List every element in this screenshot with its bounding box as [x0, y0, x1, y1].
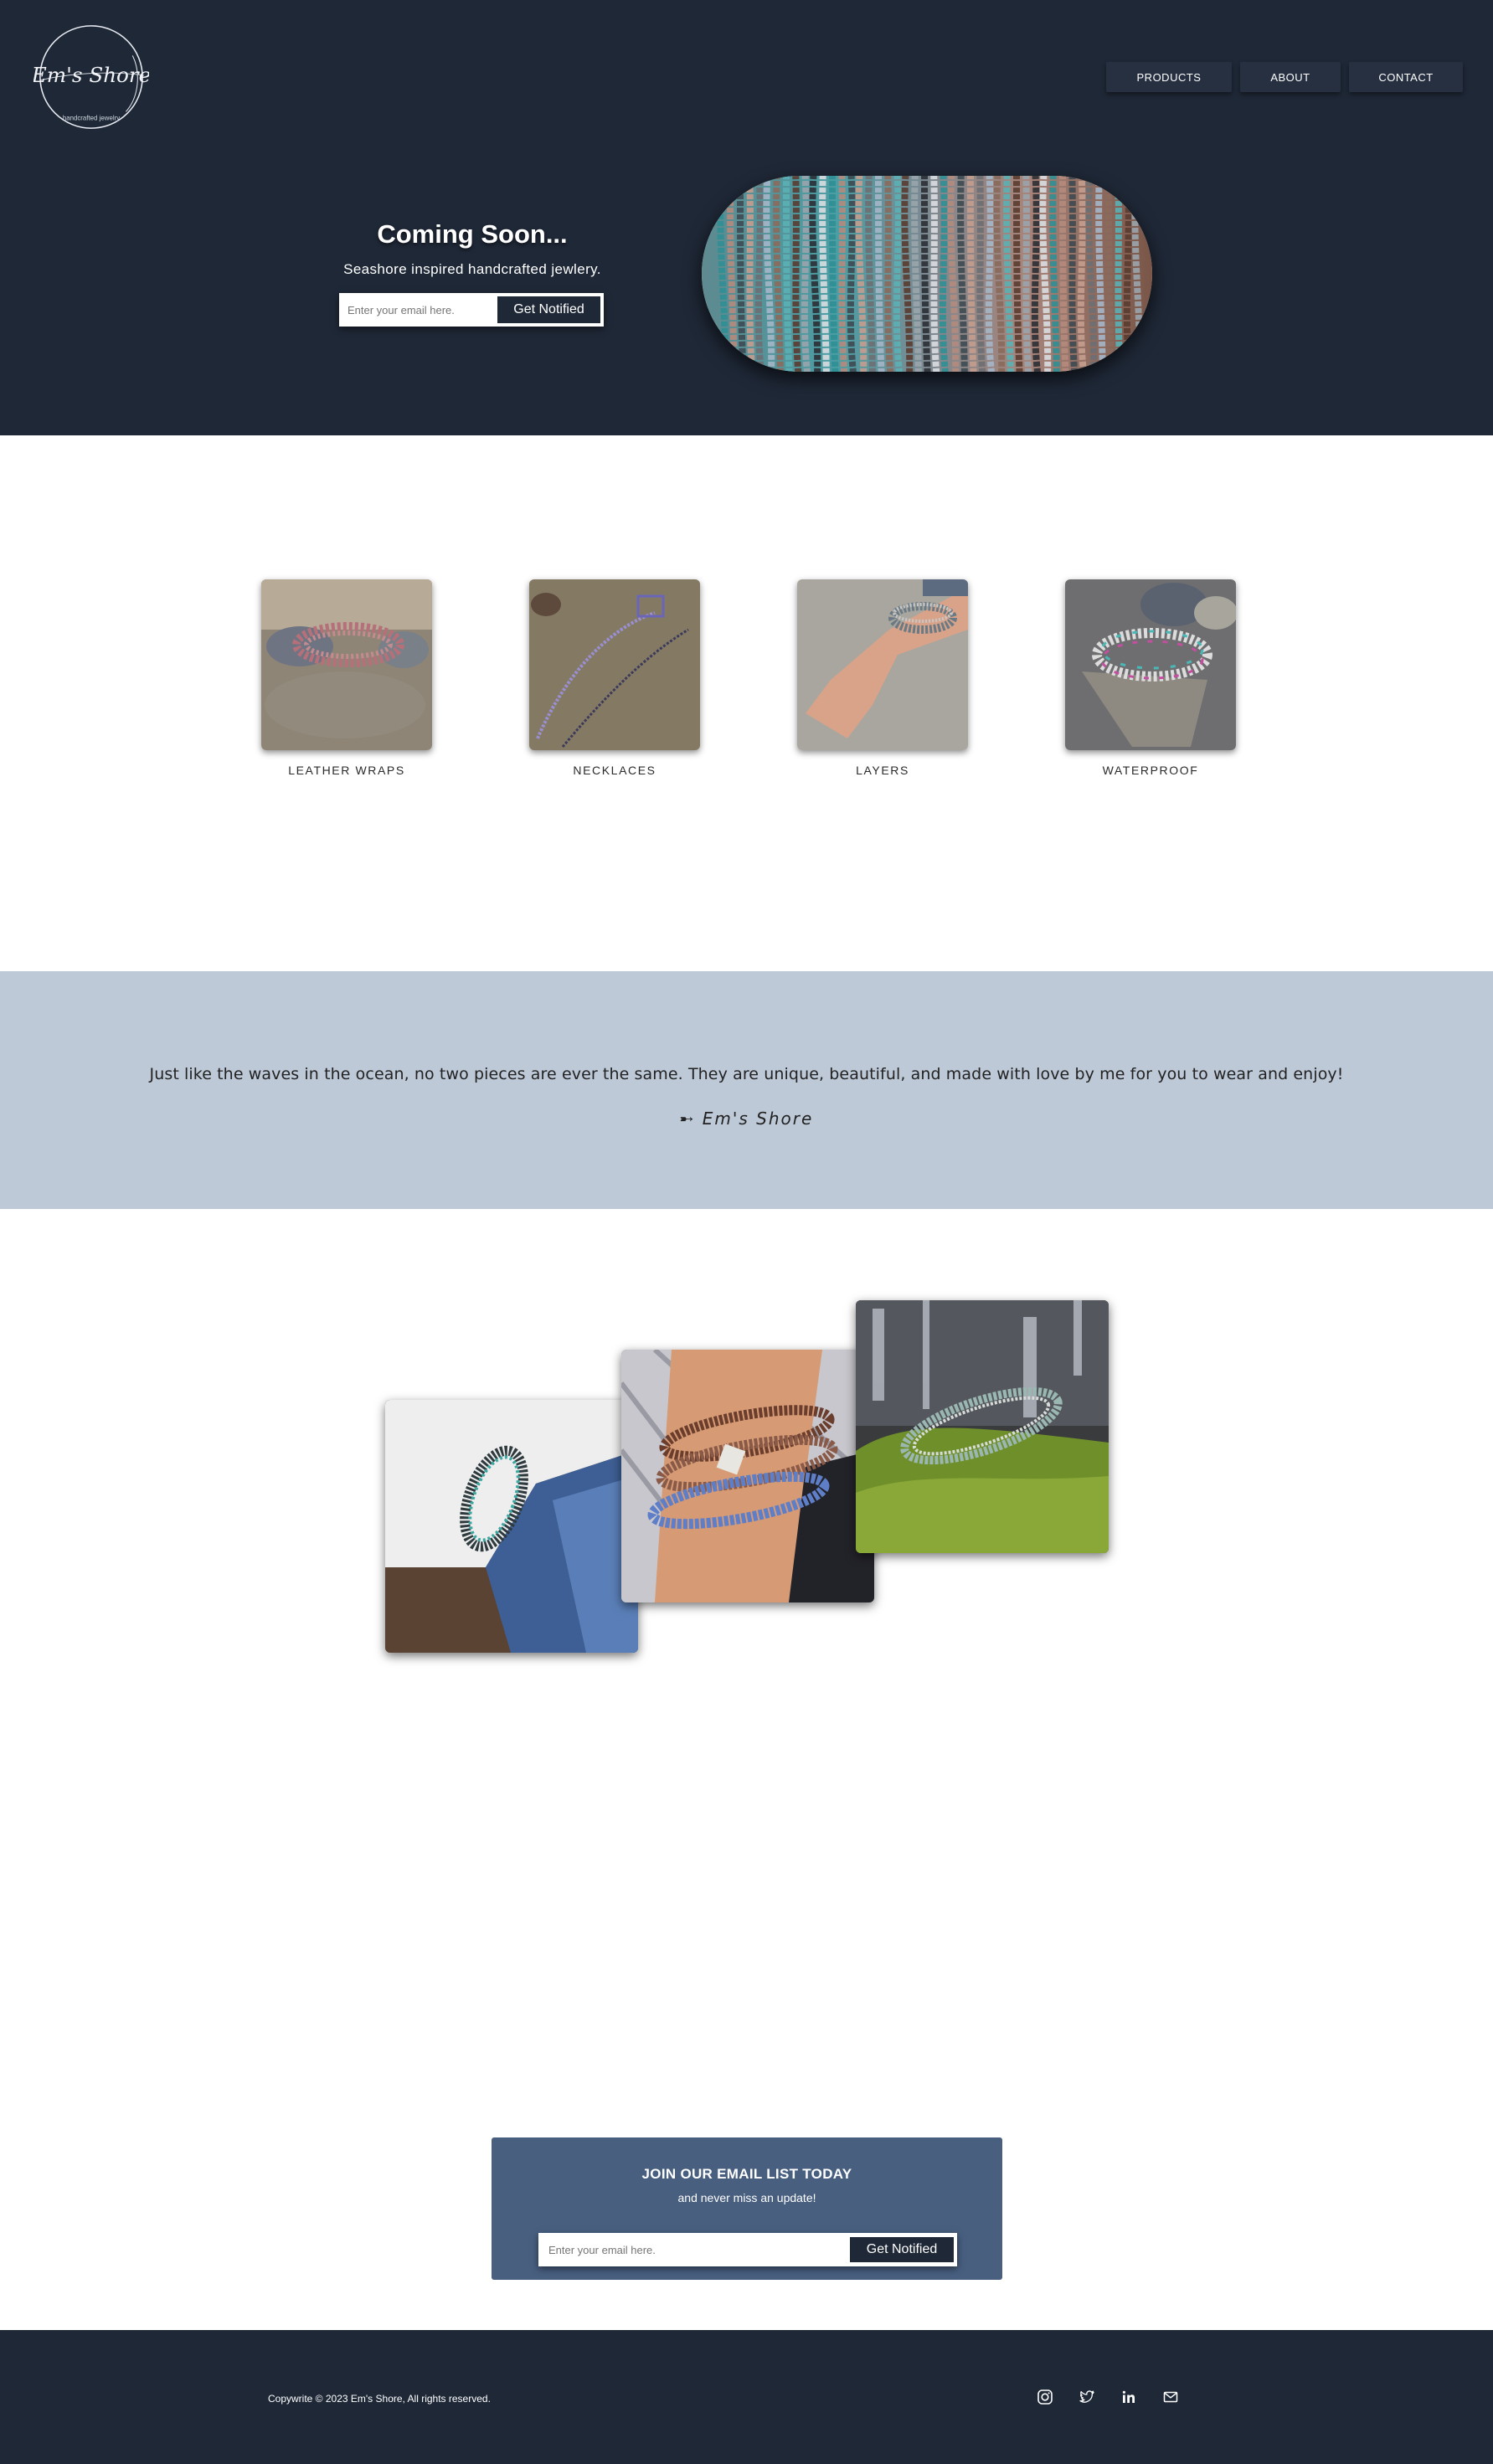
hero-email-input[interactable] [339, 293, 497, 327]
quote-text: Just like the waves in the ocean, no two… [149, 1065, 1344, 1083]
categories-section: LEATHER WRAPS NECKLACES LAYERS WATERPROO… [0, 435, 1493, 971]
gallery-image-arm [621, 1350, 874, 1602]
instagram-icon[interactable] [1035, 2387, 1055, 2407]
email-list-subtitle: and never miss an update! [677, 2191, 816, 2204]
nav-products-button[interactable]: PRODUCTS [1106, 62, 1232, 92]
site-footer: Copywrite © 2023 Em's Shore, All rights … [0, 2330, 1493, 2464]
category-label[interactable]: WATERPROOF [1065, 764, 1236, 777]
category-waterproof[interactable]: WATERPROOF [1065, 579, 1236, 777]
quote-signature: ➸ Em's Shore [679, 1109, 814, 1129]
category-label[interactable]: NECKLACES [529, 764, 700, 777]
email-list-signup-form: Get Notified [538, 2233, 957, 2266]
gallery-image-denim [385, 1400, 638, 1653]
hero-section: Em's Shore handcrafted jewelry PRODUCTS … [0, 0, 1493, 435]
main-nav: PRODUCTS ABOUT CONTACT [1106, 62, 1463, 92]
nav-about-button[interactable]: ABOUT [1240, 62, 1341, 92]
hero-subtitle: Seashore inspired handcrafted jewlery. [343, 261, 601, 277]
category-label[interactable]: LEATHER WRAPS [261, 764, 432, 777]
linkedin-icon[interactable] [1119, 2387, 1139, 2407]
mail-icon[interactable] [1161, 2387, 1181, 2407]
waterproof-image[interactable] [1065, 579, 1236, 750]
email-list-title: JOIN OUR EMAIL LIST TODAY [641, 2166, 852, 2182]
logo-graphic: Em's Shore handcrafted jewelry [31, 25, 151, 129]
category-necklaces[interactable]: NECKLACES [529, 579, 700, 777]
email-list-card: JOIN OUR EMAIL LIST TODAY and never miss… [492, 2137, 1002, 2280]
twitter-icon[interactable] [1077, 2387, 1097, 2407]
hero-title: Coming Soon... [377, 219, 568, 249]
email-list-input[interactable] [538, 2233, 850, 2266]
necklaces-image[interactable] [529, 579, 700, 750]
hero-copy: Coming Soon... Seashore inspired handcra… [339, 219, 605, 278]
hero-signup-form: Get Notified [339, 293, 604, 327]
logo-text: Em's Shore [33, 63, 149, 87]
leather-wraps-image[interactable] [261, 579, 432, 750]
nav-contact-button[interactable]: CONTACT [1349, 62, 1463, 92]
category-leather-wraps[interactable]: LEATHER WRAPS [261, 579, 432, 777]
email-list-get-notified-button[interactable]: Get Notified [850, 2237, 954, 2262]
gallery-image-moss [856, 1300, 1109, 1553]
copyright-text: Copywrite © 2023 Em's Shore, All rights … [268, 2393, 491, 2405]
category-layers[interactable]: LAYERS [797, 579, 968, 777]
social-links [1035, 2387, 1181, 2407]
quote-section: Just like the waves in the ocean, no two… [0, 971, 1493, 1209]
logo-tagline: handcrafted jewelry [63, 114, 120, 121]
hero-bracelets-image [702, 176, 1152, 372]
hero-get-notified-button[interactable]: Get Notified [497, 296, 600, 323]
site-logo[interactable]: Em's Shore handcrafted jewelry [31, 22, 151, 132]
layers-image[interactable] [797, 579, 968, 750]
category-label[interactable]: LAYERS [797, 764, 968, 777]
